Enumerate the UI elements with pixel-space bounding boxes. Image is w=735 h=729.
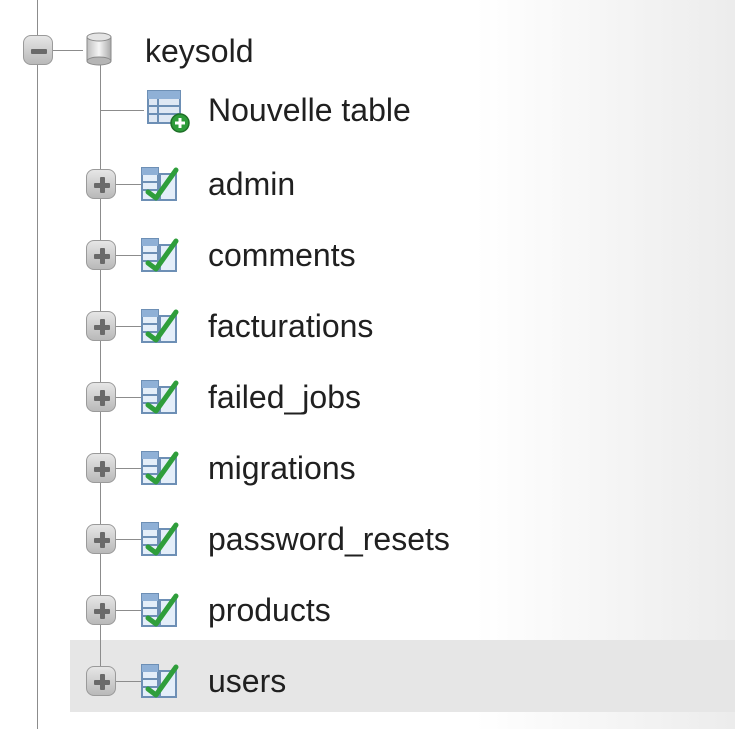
connector-line — [116, 610, 142, 611]
connector-line — [116, 397, 142, 398]
plus-icon[interactable] — [86, 169, 116, 199]
plus-icon[interactable] — [86, 382, 116, 412]
plus-icon[interactable] — [86, 524, 116, 554]
connector-line — [116, 539, 142, 540]
table-name[interactable]: facturations — [208, 306, 373, 346]
navigation-tree: keysold Nouvelle table admin comments fa… — [0, 0, 735, 729]
table-icon[interactable] — [140, 164, 180, 204]
table-icon[interactable] — [140, 590, 180, 630]
tree-node-database[interactable]: keysold — [0, 10, 735, 70]
table-name[interactable]: password_resets — [208, 519, 450, 559]
table-name[interactable]: migrations — [208, 448, 356, 488]
connector-line — [116, 184, 142, 185]
connector-line — [100, 110, 144, 111]
connector-line — [116, 681, 142, 682]
tree-node-table-users[interactable]: users — [0, 650, 735, 710]
tree-node-table-products[interactable]: products — [0, 579, 735, 639]
table-name[interactable]: products — [208, 590, 331, 630]
connector-line — [53, 50, 83, 51]
plus-icon[interactable] — [86, 240, 116, 270]
table-name[interactable]: admin — [208, 164, 295, 204]
plus-icon[interactable] — [86, 666, 116, 696]
table-icon[interactable] — [140, 377, 180, 417]
tree-node-table-password-resets[interactable]: password_resets — [0, 508, 735, 568]
database-name[interactable]: keysold — [145, 31, 254, 71]
table-name[interactable]: comments — [208, 235, 356, 275]
new-table-icon — [147, 90, 190, 133]
connector-line — [116, 326, 142, 327]
table-icon[interactable] — [140, 448, 180, 488]
tree-node-table-migrations[interactable]: migrations — [0, 437, 735, 497]
tree-node-table-admin[interactable]: admin — [0, 153, 735, 213]
table-icon[interactable] — [140, 519, 180, 559]
minus-icon[interactable] — [23, 35, 53, 65]
plus-icon[interactable] — [86, 595, 116, 625]
plus-icon[interactable] — [86, 311, 116, 341]
connector-line — [116, 255, 142, 256]
plus-icon[interactable] — [86, 453, 116, 483]
connector-line — [116, 468, 142, 469]
tree-node-new-table[interactable]: Nouvelle table — [0, 80, 735, 140]
table-name[interactable]: users — [208, 661, 286, 701]
database-icon — [86, 32, 112, 66]
table-icon[interactable] — [140, 661, 180, 701]
table-icon[interactable] — [140, 306, 180, 346]
new-table-label[interactable]: Nouvelle table — [208, 90, 411, 130]
tree-node-table-comments[interactable]: comments — [0, 224, 735, 284]
tree-node-table-facturations[interactable]: facturations — [0, 295, 735, 355]
table-icon[interactable] — [140, 235, 180, 275]
table-name[interactable]: failed_jobs — [208, 377, 361, 417]
tree-node-table-failed-jobs[interactable]: failed_jobs — [0, 366, 735, 426]
